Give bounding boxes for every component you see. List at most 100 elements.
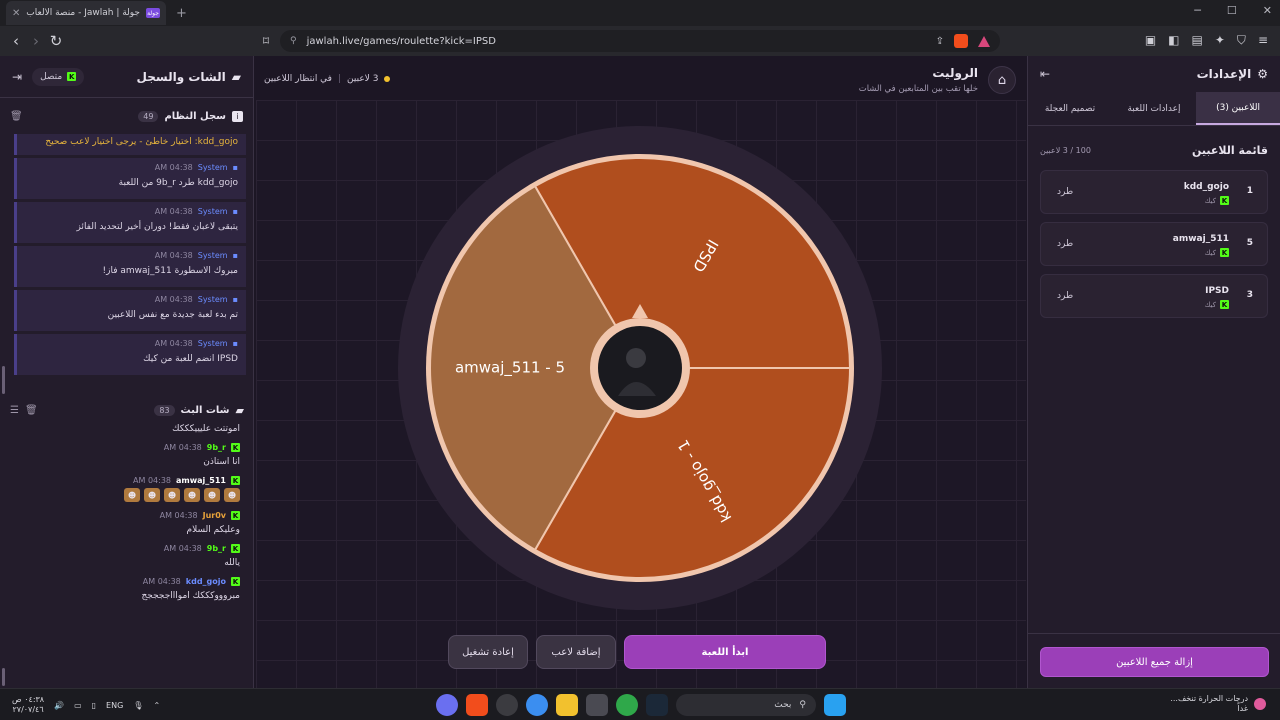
chat-username[interactable]: kdd_gojo <box>186 577 226 586</box>
forward-icon[interactable]: › <box>26 32 46 50</box>
trash-icon[interactable]: 🗑 <box>10 111 23 122</box>
chat-bubble-icon: ▰ <box>235 403 244 417</box>
weather-icon <box>1254 698 1266 710</box>
clock[interactable]: ٠٤:٣٨ ص ٢٧/٠٧/٤٦ <box>12 695 44 715</box>
trash-icon[interactable]: 🗑 <box>25 405 38 416</box>
search-icon: ⚲ <box>799 700 806 710</box>
game-title: الروليت <box>932 66 978 80</box>
maximize-icon[interactable]: ☐ <box>1227 4 1237 17</box>
add-player-button[interactable]: إضافة لاعب <box>536 635 616 669</box>
search-label: بحث <box>774 700 792 710</box>
store-icon[interactable] <box>586 694 608 716</box>
weather-line2: غداً <box>1237 704 1248 713</box>
chat-username[interactable]: Jur0v <box>203 511 226 520</box>
list-item: ▪ System 04:38 AM تم بدء لعبة جديدة مع نفس… <box>14 290 246 331</box>
weather-widget[interactable]: درجات الحرارة تنخف... غداً <box>1170 694 1266 714</box>
chat-username[interactable]: 9b_r <box>207 443 226 452</box>
emote-icon: ☻ <box>224 488 240 502</box>
weather-line1: درجات الحرارة تنخف... <box>1170 694 1248 703</box>
vpn-icon[interactable]: ⛉ <box>1237 33 1246 48</box>
sidebar-icon[interactable]: ◧ <box>1168 33 1179 48</box>
tab-players[interactable]: اللاعبين (3) <box>1196 92 1280 125</box>
chat-text: انا استاذن <box>203 457 240 467</box>
obs-icon[interactable] <box>496 694 518 716</box>
filter-icon[interactable]: ☰ <box>10 405 19 416</box>
chat-username[interactable]: amwaj_511 <box>176 476 226 485</box>
language-indicator[interactable]: ENG <box>106 701 123 710</box>
tab-wheel-design[interactable]: تصميم العجلة <box>1028 92 1112 125</box>
new-tab-icon[interactable]: + <box>176 6 187 21</box>
system-log-scrollbar[interactable] <box>2 366 5 394</box>
wallet-icon[interactable]: ▤ <box>1192 33 1203 48</box>
bookmark-icon[interactable]: ⌑ <box>256 34 276 48</box>
log-author: System <box>197 339 228 348</box>
kick-icon: K <box>231 577 240 586</box>
chat-username[interactable]: 9b_r <box>207 544 226 553</box>
chat-text: وعليكم السلام <box>186 525 240 535</box>
status-text: متصل <box>40 71 63 82</box>
bot-icon: ▪ <box>232 163 238 172</box>
brave-shield-icon[interactable] <box>954 34 968 48</box>
discord-icon[interactable] <box>436 694 458 716</box>
browser-tab[interactable]: جولة جولة | Jawlah - منصة الألعاب التفا … <box>6 1 166 25</box>
tray-expand-icon[interactable]: ⌃ <box>153 701 160 710</box>
list-item: ▪ System 04:38 AM مبروك الاسطورة amwaj_511… <box>14 246 246 287</box>
roulette-wheel[interactable]: IPSDkdd_gojo - 1amwaj_511 - 5 <box>256 100 1026 688</box>
chat-time: 04:38 AM <box>163 443 202 452</box>
remove-all-players-button[interactable]: إزالة جميع اللاعبين <box>1040 647 1269 677</box>
stream-chat-title: شات البث <box>180 404 230 416</box>
chat-scrollbar[interactable] <box>2 668 5 686</box>
player-platform: K كيك <box>1205 300 1229 309</box>
start-game-button[interactable]: ابدأ اللعبة <box>624 635 826 669</box>
battery-icon[interactable]: ▯ <box>92 701 96 710</box>
players-count: 3 لاعبين <box>347 74 379 84</box>
kick-player-button[interactable]: طرد <box>1057 187 1073 197</box>
volume-icon[interactable]: 🔊 <box>54 701 64 710</box>
menu-icon[interactable]: ≡ <box>1258 33 1268 48</box>
gear-icon: ⚙ <box>1257 67 1268 81</box>
chat-text: مبروووكككك امواااججججج <box>141 591 241 601</box>
player-number: 5 <box>1246 238 1253 248</box>
microphone-icon[interactable]: 🎙 <box>133 701 143 710</box>
back-icon[interactable]: ‹ <box>6 32 26 50</box>
address-bar[interactable]: ⚲ jawlah.live/games/roulette?kick=IPSD ⇪ <box>280 30 1000 52</box>
platform-label: كيك <box>1204 300 1216 309</box>
kick-player-button[interactable]: طرد <box>1057 239 1073 249</box>
reload-icon[interactable]: ↻ <box>46 32 66 50</box>
close-icon[interactable]: ✕ <box>12 8 20 19</box>
steam-icon[interactable] <box>646 694 668 716</box>
xbox-icon[interactable] <box>616 694 638 716</box>
wheel-segment-label: amwaj_511 - 5 <box>455 359 565 378</box>
start-icon[interactable] <box>824 694 846 716</box>
chat-panel-title-text: الشات والسجل <box>136 69 226 84</box>
minimize-icon[interactable]: ─ <box>1194 4 1201 17</box>
network-icon[interactable]: ▭ <box>74 701 82 710</box>
file-explorer-icon[interactable] <box>556 694 578 716</box>
player-card: 5 amwaj_511 K كيك طرد <box>1040 222 1268 266</box>
tab-game-settings[interactable]: إعدادات اللعبة <box>1112 92 1196 125</box>
kick-player-button[interactable]: طرد <box>1057 291 1073 301</box>
log-author: System <box>197 295 228 304</box>
list-item: ▪ System 04:38 AM kdd_gojo طرد 9b_r من الل… <box>14 158 246 199</box>
emote-icon: ☻ <box>124 488 140 502</box>
home-icon[interactable]: ⌂ <box>988 66 1016 94</box>
settings-panel: ⚙ الإعدادات ⇤ اللاعبين (3) إعدادات اللعب… <box>1027 56 1280 688</box>
brave-rewards-icon[interactable] <box>978 35 990 47</box>
screenshot-icon[interactable]: ▣ <box>1145 33 1156 48</box>
brave-icon[interactable] <box>466 694 488 716</box>
share-icon[interactable]: ⇪ <box>936 36 944 47</box>
waiting-text: في انتظار اللاعبين <box>264 74 332 84</box>
restart-button[interactable]: إعادة تشغيل <box>448 635 528 669</box>
chrome-icon[interactable] <box>526 694 548 716</box>
settings-header: ⚙ الإعدادات ⇤ <box>1028 56 1280 92</box>
list-item: kdd_gojo: اختيار خاطئ - يرجى اختيار لاعب… <box>14 134 246 155</box>
taskbar-search[interactable]: بحث ⚲ <box>676 694 816 716</box>
emote-icon: ☻ <box>204 488 220 502</box>
stream-chat-header: ▰ شات البث 83 🗑 ☰ <box>0 398 254 422</box>
window-close-icon[interactable]: ✕ <box>1263 4 1272 17</box>
site-info-icon[interactable]: ⚲ <box>290 36 297 46</box>
leo-icon[interactable]: ✦ <box>1215 33 1225 48</box>
collapse-right-icon[interactable]: ⇤ <box>1040 67 1050 81</box>
collapse-left-icon[interactable]: ⇥ <box>12 70 22 84</box>
connection-status: متصل K <box>32 67 85 86</box>
